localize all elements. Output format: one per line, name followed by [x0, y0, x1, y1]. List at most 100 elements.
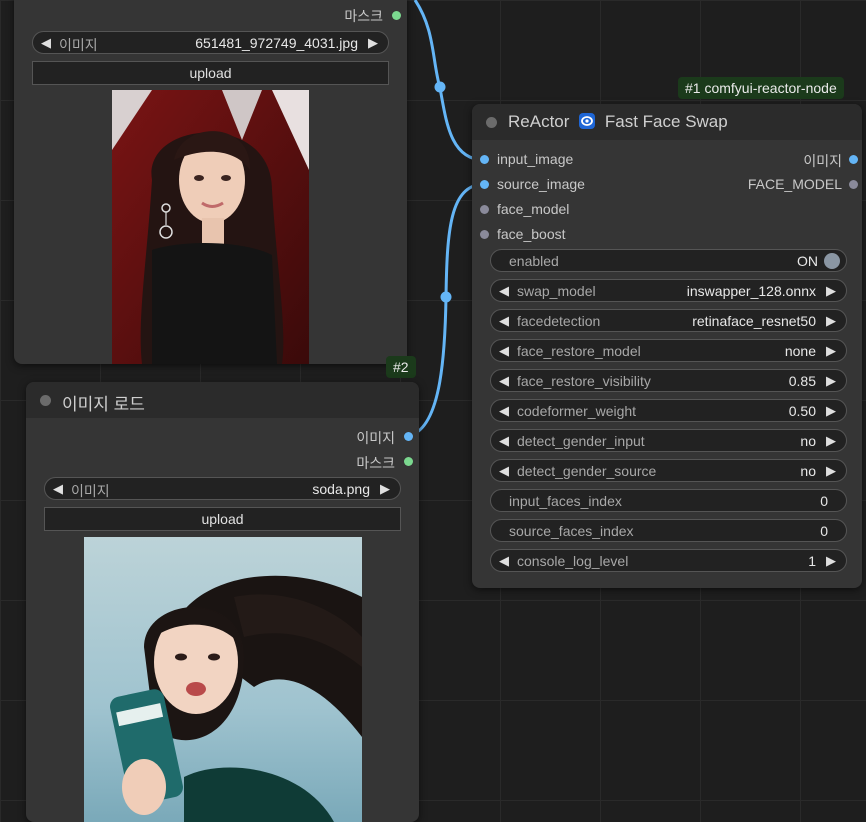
image-output-socket[interactable] — [849, 155, 858, 164]
prev-arrow-icon[interactable]: ◀ — [499, 283, 509, 299]
soda-photo — [84, 537, 362, 822]
face-model-output-socket[interactable] — [849, 180, 858, 189]
console-log-level-number[interactable]: ◀ console_log_level 1 ▶ — [490, 549, 847, 572]
title-right: Fast Face Swap — [604, 112, 728, 131]
reactor-fast-face-swap-node[interactable]: ReActor Fast Face Swap input_image sourc… — [472, 104, 862, 588]
face-restore-visibility-number[interactable]: ◀ face_restore_visibility 0.85 ▶ — [490, 369, 847, 392]
next-arrow-icon[interactable]: ▶ — [826, 433, 836, 449]
widget-name: face_restore_model — [517, 343, 641, 359]
load-image-node-2[interactable]: 이미지 로드 이미지 마스크 ◀ 이미지 soda.png ▶ upload — [26, 382, 419, 822]
widget-value: none — [784, 343, 816, 359]
upload-button[interactable]: upload — [44, 507, 401, 531]
input-image-socket[interactable] — [480, 155, 489, 164]
widget-value: 0.50 — [788, 403, 816, 419]
image-output-label: 이미지 — [803, 153, 842, 169]
input-image-label: input_image — [497, 151, 574, 167]
title-left: ReActor — [508, 112, 570, 131]
image-file-combo[interactable]: ◀ 이미지 soda.png ▶ — [44, 477, 401, 500]
node-title-bar[interactable]: 이미지 로드 — [26, 382, 419, 418]
widget-name: source_faces_index — [509, 523, 634, 539]
source-image-socket[interactable] — [480, 180, 489, 189]
image-preview — [84, 537, 362, 822]
widget-value: no — [800, 433, 816, 449]
next-arrow-icon[interactable]: ▶ — [368, 35, 378, 51]
increment-arrow-icon[interactable]: ▶ — [826, 373, 836, 389]
widget-value: 0.85 — [788, 373, 816, 389]
decrement-arrow-icon[interactable]: ◀ — [499, 553, 509, 569]
face-model-label: face_model — [497, 201, 570, 217]
increment-arrow-icon[interactable]: ▶ — [826, 553, 836, 569]
link-midpoint-soda — [440, 291, 452, 303]
codeformer-weight-number[interactable]: ◀ codeformer_weight 0.50 ▶ — [490, 399, 847, 422]
widget-name: input_faces_index — [509, 493, 622, 509]
widget-name: 이미지 — [59, 37, 98, 53]
mask-output-socket[interactable] — [392, 11, 401, 20]
upload-button[interactable]: upload — [32, 61, 389, 85]
reactor-logo-icon — [578, 112, 596, 135]
widget-name: facedetection — [517, 313, 601, 329]
widget-name: enabled — [509, 253, 559, 269]
node-title: ReActor Fast Face Swap — [508, 112, 728, 135]
mask-output-label: 마스크 — [344, 8, 383, 24]
node-id-badge-2: #2 — [386, 356, 416, 378]
detect-gender-source-combo[interactable]: ◀ detect_gender_source no ▶ — [490, 459, 847, 482]
widget-name: detect_gender_source — [517, 463, 657, 479]
widget-name: console_log_level — [517, 553, 629, 569]
image-preview — [112, 90, 309, 364]
widget-name: swap_model — [517, 283, 596, 299]
widget-value: 651481_972749_4031.jpg — [195, 35, 358, 51]
node-title-bar[interactable]: ReActor Fast Face Swap — [472, 104, 862, 140]
face-model-output-label: FACE_MODEL — [747, 176, 842, 192]
input-faces-index-field[interactable]: input_faces_index 0 — [490, 489, 847, 512]
face-model-socket[interactable] — [480, 205, 489, 214]
decrement-arrow-icon[interactable]: ◀ — [499, 403, 509, 419]
widget-value: 1 — [808, 553, 816, 569]
link-midpoint-top — [434, 81, 446, 93]
next-arrow-icon[interactable]: ▶ — [826, 463, 836, 479]
next-arrow-icon[interactable]: ▶ — [826, 313, 836, 329]
widget-value: retinaface_resnet50 — [692, 313, 816, 329]
prev-arrow-icon[interactable]: ◀ — [499, 313, 509, 329]
node-id-badge-1: #1 comfyui-reactor-node — [678, 77, 844, 99]
widget-name: face_restore_visibility — [517, 373, 651, 389]
portrait-photo — [112, 90, 309, 364]
prev-arrow-icon[interactable]: ◀ — [499, 343, 509, 359]
facedetection-combo[interactable]: ◀ facedetection retinaface_resnet50 ▶ — [490, 309, 847, 332]
source-faces-index-field[interactable]: source_faces_index 0 — [490, 519, 847, 542]
widget-name: 이미지 — [71, 483, 110, 499]
next-arrow-icon[interactable]: ▶ — [380, 481, 390, 497]
enabled-toggle[interactable]: enabled ON — [490, 249, 847, 272]
mask-output-label: 마스크 — [356, 455, 395, 471]
image-output-socket[interactable] — [404, 432, 413, 441]
face-boost-socket[interactable] — [480, 230, 489, 239]
swap-model-combo[interactable]: ◀ swap_model inswapper_128.onnx ▶ — [490, 279, 847, 302]
mask-output-socket[interactable] — [404, 457, 413, 466]
decrement-arrow-icon[interactable]: ◀ — [499, 373, 509, 389]
widget-value: 0 — [820, 523, 828, 539]
widget-value: soda.png — [312, 481, 370, 497]
prev-arrow-icon[interactable]: ◀ — [41, 35, 51, 51]
prev-arrow-icon[interactable]: ◀ — [499, 433, 509, 449]
widget-name: detect_gender_input — [517, 433, 645, 449]
prev-arrow-icon[interactable]: ◀ — [53, 481, 63, 497]
widget-value: 0 — [820, 493, 828, 509]
widget-value: no — [800, 463, 816, 479]
increment-arrow-icon[interactable]: ▶ — [826, 403, 836, 419]
detect-gender-input-combo[interactable]: ◀ detect_gender_input no ▶ — [490, 429, 847, 452]
source-image-label: source_image — [497, 176, 585, 192]
collapse-dot[interactable] — [486, 117, 497, 128]
next-arrow-icon[interactable]: ▶ — [826, 343, 836, 359]
collapse-dot[interactable] — [40, 395, 51, 406]
image-output-label: 이미지 — [356, 430, 395, 446]
face-boost-label: face_boost — [497, 226, 566, 242]
toggle-state: ON — [797, 253, 818, 269]
node-title: 이미지 로드 — [62, 395, 145, 414]
top-load-image-node[interactable]: 마스크 ◀ 이미지 651481_972749_4031.jpg ▶ uploa… — [14, 0, 407, 364]
next-arrow-icon[interactable]: ▶ — [826, 283, 836, 299]
widget-value: inswapper_128.onnx — [686, 283, 816, 299]
widget-name: codeformer_weight — [517, 403, 637, 419]
face-restore-model-combo[interactable]: ◀ face_restore_model none ▶ — [490, 339, 847, 362]
prev-arrow-icon[interactable]: ◀ — [499, 463, 509, 479]
image-file-combo[interactable]: ◀ 이미지 651481_972749_4031.jpg ▶ — [32, 31, 389, 54]
toggle-knob[interactable] — [824, 253, 840, 269]
